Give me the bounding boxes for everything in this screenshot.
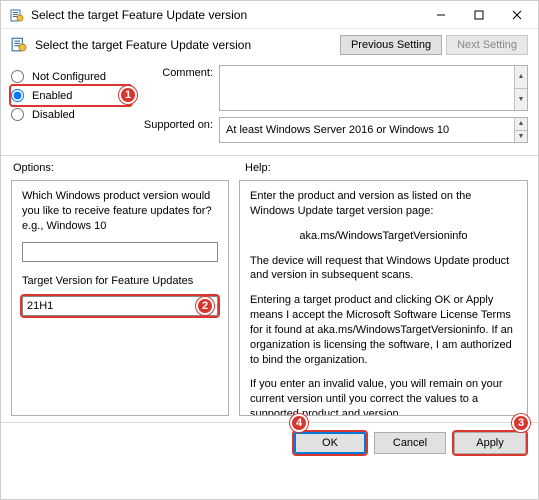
dialog-footer: OK 4 Cancel Apply 3 (1, 422, 538, 462)
maximize-button[interactable] (460, 2, 498, 28)
comment-scroll[interactable]: ▲▼ (514, 66, 527, 110)
callout-1: 1 (119, 86, 137, 104)
close-button[interactable] (498, 2, 536, 28)
callout-4: 4 (290, 414, 308, 432)
comment-label: Comment: (137, 65, 213, 79)
radio-disabled[interactable]: Disabled (11, 105, 131, 124)
options-pane: Which Windows product version would you … (11, 180, 229, 416)
comment-field[interactable]: ▲▼ (219, 65, 528, 111)
options-label: Options: (13, 162, 225, 174)
supported-field: At least Windows Server 2016 or Windows … (219, 117, 528, 143)
supported-scroll[interactable]: ▲▼ (514, 118, 527, 142)
radio-not-configured[interactable]: Not Configured (11, 67, 131, 86)
radio-enabled[interactable]: Enabled 1 (11, 86, 131, 105)
help-text: Enter the product and version as listed … (250, 189, 517, 219)
supported-label: Supported on: (137, 117, 213, 131)
header-row: Select the target Feature Update version… (1, 29, 538, 61)
help-pane: Enter the product and version as listed … (239, 180, 528, 416)
minimize-button[interactable] (422, 2, 460, 28)
state-radios: Not Configured Enabled 1 Disabled (11, 65, 131, 149)
radio-enabled-input[interactable] (11, 89, 24, 102)
product-version-input[interactable] (22, 242, 218, 262)
product-question: Which Windows product version would you … (22, 189, 218, 234)
policy-icon (9, 7, 25, 23)
window-controls (422, 2, 536, 28)
radio-not-configured-label: Not Configured (32, 71, 106, 83)
cancel-button[interactable]: Cancel (374, 432, 446, 454)
target-version-input[interactable] (22, 296, 218, 316)
window-title: Select the target Feature Update version (31, 8, 422, 22)
radio-disabled-input[interactable] (11, 108, 24, 121)
radio-disabled-label: Disabled (32, 109, 75, 121)
apply-button[interactable]: Apply (454, 432, 526, 454)
help-text: Entering a target product and clicking O… (250, 293, 517, 367)
policy-icon (11, 36, 27, 55)
next-setting-button: Next Setting (446, 35, 528, 55)
help-label: Help: (245, 162, 271, 174)
target-version-label: Target Version for Feature Updates (22, 274, 218, 289)
page-title: Select the target Feature Update version (35, 38, 332, 52)
help-text: If you enter an invalid value, you will … (250, 377, 517, 416)
radio-not-configured-input[interactable] (11, 70, 24, 83)
titlebar: Select the target Feature Update version (1, 1, 538, 29)
callout-3: 3 (512, 414, 530, 432)
help-text: The device will request that Windows Upd… (250, 254, 517, 284)
previous-setting-button[interactable]: Previous Setting (340, 35, 442, 55)
ok-button[interactable]: OK (294, 432, 366, 454)
help-link-text: aka.ms/WindowsTargetVersioninfo (250, 229, 517, 244)
radio-enabled-label: Enabled (32, 90, 72, 102)
